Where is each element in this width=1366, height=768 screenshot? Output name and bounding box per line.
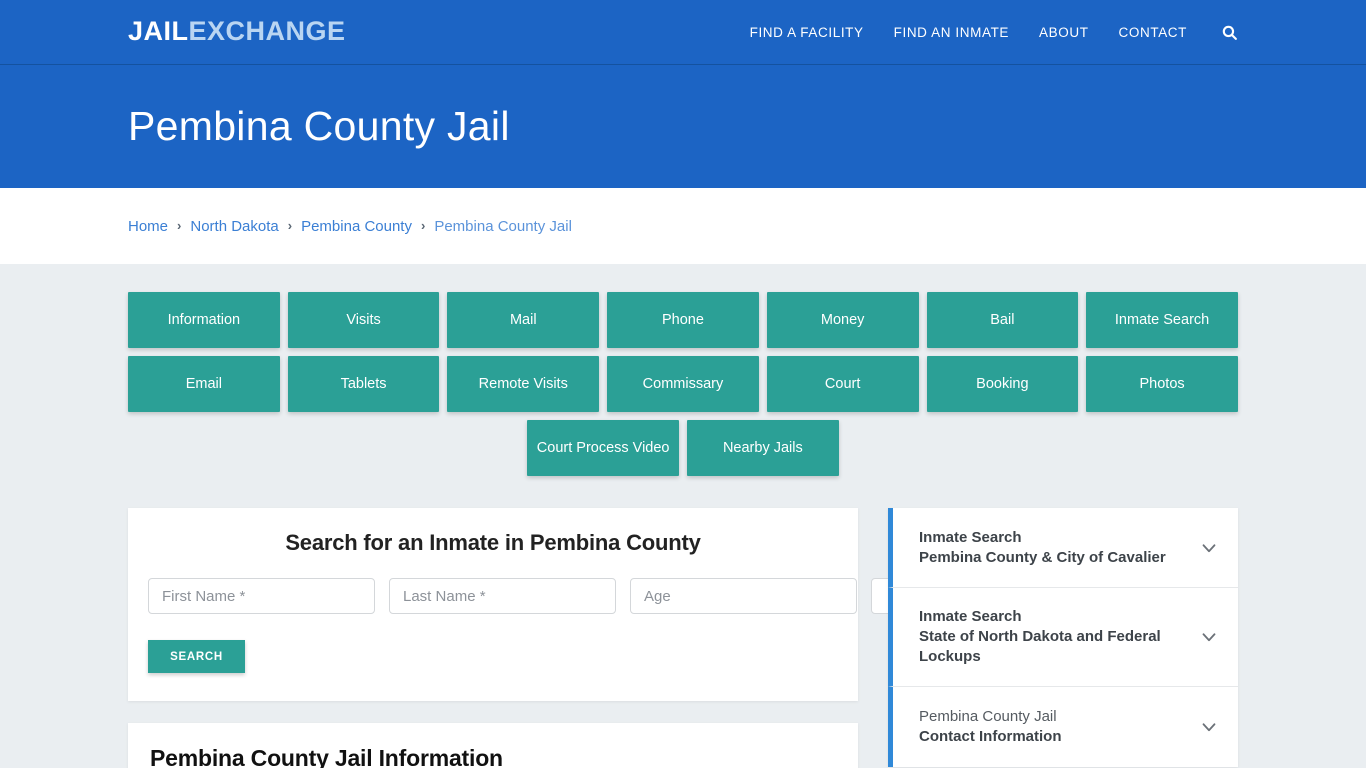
inmate-search-card: Search for an Inmate in Pembina County R… <box>128 508 1034 701</box>
breadcrumb-separator-icon: › <box>287 217 293 233</box>
breadcrumb-item-pembina-county-jail[interactable]: Pembina County Jail <box>434 218 572 235</box>
jail-information-card: Pembina County Jail Information <box>128 723 858 768</box>
section-tab-buttons-row3: Court Process Video Nearby Jails <box>128 420 1238 476</box>
sidebar-accordion: Inmate Search Pembina County & City of C… <box>888 508 1238 767</box>
breadcrumb-separator-icon: › <box>420 217 426 233</box>
accordion-item-inmate-search-state[interactable]: Inmate Search State of North Dakota and … <box>888 588 1238 687</box>
logo-text-exchange: EXCHANGE <box>188 15 346 46</box>
tab-booking[interactable]: Booking <box>926 356 1079 412</box>
last-name-input[interactable] <box>389 578 616 614</box>
tab-nearby-jails[interactable]: Nearby Jails <box>687 420 839 476</box>
nav-find-an-inmate[interactable]: FIND AN INMATE <box>894 25 1009 40</box>
first-name-input[interactable] <box>148 578 375 614</box>
top-navigation-bar: JAILEXCHANGE FIND A FACILITY FIND AN INM… <box>0 0 1366 65</box>
tab-money[interactable]: Money <box>766 292 919 348</box>
nav-find-a-facility[interactable]: FIND A FACILITY <box>750 25 864 40</box>
sidebar-column: Inmate Search Pembina County & City of C… <box>888 508 1238 768</box>
breadcrumb-item-home[interactable]: Home <box>128 218 168 235</box>
accordion-item-line2: Contact Information <box>919 727 1062 745</box>
jail-information-title: Pembina County Jail Information <box>150 745 503 768</box>
tab-information[interactable]: Information <box>128 292 280 348</box>
logo-text-jail: JAIL <box>128 15 189 46</box>
tab-court-process-video[interactable]: Court Process Video <box>527 420 679 476</box>
page-hero: Pembina County Jail <box>0 65 1366 188</box>
site-logo[interactable]: JAILEXCHANGE <box>128 15 346 47</box>
tab-visits[interactable]: Visits <box>287 292 440 348</box>
accordion-item-text: Inmate Search Pembina County & City of C… <box>919 528 1186 568</box>
search-button[interactable]: SEARCH <box>148 640 245 673</box>
accordion-item-line2: Pembina County & City of Cavalier <box>919 548 1166 566</box>
main-column: Search for an Inmate in Pembina County R… <box>128 508 1034 768</box>
body-columns: Search for an Inmate in Pembina County R… <box>128 476 1238 768</box>
breadcrumb-bar: Home › North Dakota › Pembina County › P… <box>0 188 1366 264</box>
section-tab-buttons: Information Visits Mail Phone Money Bail… <box>128 264 1238 412</box>
search-icon[interactable] <box>1221 24 1238 41</box>
main-nav: FIND A FACILITY FIND AN INMATE ABOUT CON… <box>750 24 1238 41</box>
tab-phone[interactable]: Phone <box>607 292 759 348</box>
tab-tablets[interactable]: Tablets <box>287 356 440 412</box>
breadcrumb-item-north-dakota[interactable]: North Dakota <box>190 218 278 235</box>
chevron-down-icon[interactable] <box>1198 716 1220 738</box>
tab-email[interactable]: Email <box>128 356 280 412</box>
tab-remote-visits[interactable]: Remote Visits <box>447 356 600 412</box>
tab-bail[interactable]: Bail <box>926 292 1079 348</box>
accordion-item-text: Inmate Search State of North Dakota and … <box>919 607 1186 667</box>
accordion-item-text: Pembina County Jail Contact Information <box>919 707 1186 747</box>
page-title: Pembina County Jail <box>128 102 510 149</box>
accordion-item-line1: Inmate Search <box>919 608 1022 625</box>
age-input[interactable] <box>630 578 857 614</box>
breadcrumb-item-pembina-county[interactable]: Pembina County <box>301 218 412 235</box>
tab-commissary[interactable]: Commissary <box>607 356 759 412</box>
chevron-down-icon[interactable] <box>1198 626 1220 648</box>
inmate-search-form: Race <box>148 578 1034 614</box>
nav-about[interactable]: ABOUT <box>1039 25 1089 40</box>
nav-contact[interactable]: CONTACT <box>1119 25 1187 40</box>
accordion-item-line2: State of North Dakota and Federal Lockup… <box>919 627 1161 665</box>
accordion-item-line1: Pembina County Jail <box>919 707 1057 725</box>
accordion-item-inmate-search-county[interactable]: Inmate Search Pembina County & City of C… <box>888 508 1238 588</box>
chevron-down-icon[interactable] <box>1198 537 1220 559</box>
accordion-item-line1: Inmate Search <box>919 528 1022 546</box>
tab-mail[interactable]: Mail <box>447 292 600 348</box>
inmate-search-title: Search for an Inmate in Pembina County <box>285 530 701 555</box>
accordion-item-contact-information[interactable]: Pembina County Jail Contact Information <box>888 686 1238 767</box>
tab-photos[interactable]: Photos <box>1086 356 1238 412</box>
breadcrumb: Home › North Dakota › Pembina County › P… <box>128 218 572 235</box>
tab-court[interactable]: Court <box>766 356 919 412</box>
main-content: Information Visits Mail Phone Money Bail… <box>0 264 1366 768</box>
tab-inmate-search[interactable]: Inmate Search <box>1086 292 1238 348</box>
breadcrumb-separator-icon: › <box>177 217 182 233</box>
